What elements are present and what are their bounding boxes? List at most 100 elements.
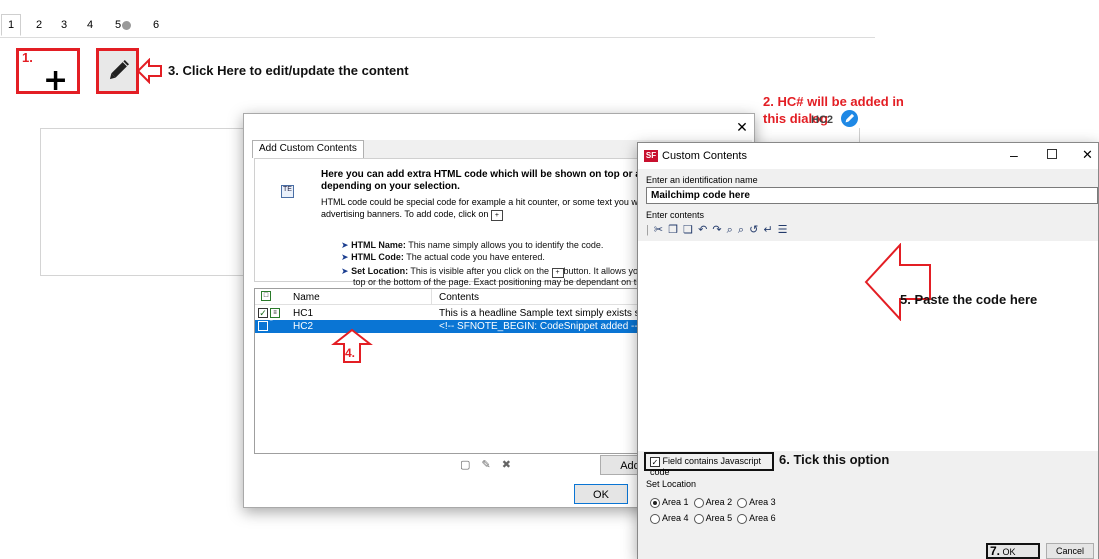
id-label: Enter an identification name	[646, 175, 758, 185]
close-icon[interactable]: ✕	[1082, 147, 1093, 163]
area-label: Area 2	[705, 497, 733, 507]
wrap-icon[interactable]: ↵	[763, 223, 773, 236]
ok-label: OK	[1002, 547, 1016, 557]
html-row-icon: ‾	[270, 321, 273, 328]
radio-button[interactable]	[650, 497, 660, 508]
page-tab-2[interactable]: 2	[29, 14, 49, 36]
replace-icon[interactable]: ↺	[749, 223, 759, 236]
info-heading-line2: depending on your selection.	[321, 181, 460, 192]
ok-button[interactable]: OK	[574, 484, 628, 504]
info-desc-line2: advertising banners. To add code, click …	[321, 209, 503, 221]
bullet-html-name: ➤ HTML Name: This name simply allows you…	[341, 240, 604, 250]
add-code-icon: +	[490, 210, 503, 221]
bullet-term: HTML Code:	[351, 252, 404, 262]
content-placeholder-box	[40, 128, 259, 276]
column-contents[interactable]: Contents	[439, 292, 479, 303]
area-3-radio[interactable]: Area 3	[737, 497, 776, 508]
id-input[interactable]: Mailchimp code here	[646, 187, 1098, 204]
editor-toolbar: | ✂ ❐ ❏ ↶ ↷ ⌕ ⌕ ↺ ↵ ☰	[646, 223, 1098, 241]
bullet-html-code: ➤ HTML Code: The actual code you have en…	[341, 252, 545, 262]
area-label: Area 5	[705, 513, 733, 523]
minimize-icon[interactable]: –	[1010, 147, 1018, 163]
step-6-callout: 6. Tick this option	[779, 452, 890, 467]
copy-icon[interactable]: ❐	[668, 223, 679, 236]
tab-add-custom-contents[interactable]: Add Custom Contents	[252, 140, 364, 158]
step-7-label: 7.	[990, 544, 1001, 558]
page-tab-6[interactable]: 6	[146, 14, 166, 36]
radio-button[interactable]	[693, 513, 704, 524]
radio-button[interactable]	[693, 497, 704, 508]
bullet-set-location-line2: top or the bottom of the page. Exact pos…	[353, 277, 664, 287]
edit-content-button[interactable]	[96, 48, 139, 94]
page-tab-bar: 1 2 3 4 5 6	[0, 14, 875, 38]
area-label: Area 3	[749, 497, 776, 507]
maximize-icon[interactable]	[1047, 149, 1057, 159]
paste-icon[interactable]: ❏	[683, 223, 694, 236]
area-1-radio[interactable]: Area 1	[650, 497, 689, 508]
left-arrow-icon	[136, 58, 162, 84]
radio-button[interactable]	[737, 513, 748, 524]
area-label: Area 4	[662, 513, 689, 523]
cut-icon[interactable]: ✂	[654, 223, 664, 236]
step-1-label: 1.	[22, 50, 33, 65]
area-4-radio[interactable]: Area 4	[650, 513, 689, 524]
redo-icon[interactable]: ↷	[712, 223, 722, 236]
row-checkbox[interactable]	[258, 321, 268, 331]
find-icon[interactable]: ⌕	[727, 224, 734, 237]
ok-button[interactable]: 7. OK	[986, 543, 1040, 559]
column-divider	[431, 289, 432, 305]
list-header-icon: □	[261, 291, 271, 301]
cancel-button[interactable]: Cancel	[1046, 543, 1094, 559]
area-2-radio[interactable]: Area 2	[693, 497, 733, 508]
toolbar-separator: |	[646, 224, 650, 236]
area-radio-row-1: Area 1 Area 2 Area 3	[650, 497, 776, 508]
js-checkbox-row[interactable]: ✓ Field contains Javascript code	[644, 452, 774, 477]
new-item-icon[interactable]: ▢	[460, 458, 470, 471]
html-row-icon: ≡	[270, 308, 280, 318]
page-tab-5[interactable]: 5	[108, 14, 138, 36]
page-tab-5-label: 5	[115, 19, 122, 31]
area-6-radio[interactable]: Area 6	[737, 513, 776, 524]
step-4-label: 4.	[345, 346, 356, 360]
add-content-button[interactable]: 1. +	[16, 48, 80, 96]
dialog-body: Enter an identification name Mailchimp c…	[638, 169, 1098, 559]
page-tab-4[interactable]: 4	[80, 14, 100, 36]
step-3-callout: 3. Click Here to edit/update the content	[168, 63, 409, 78]
contents-label: Enter contents	[646, 210, 705, 220]
info-desc-text: advertising banners. To add code, click …	[321, 209, 489, 219]
column-name[interactable]: Name	[293, 292, 320, 303]
row-contents: <!-- SFNOTE_BEGIN: CodeSnippet added -->	[439, 321, 644, 332]
radio-button[interactable]	[650, 513, 660, 524]
undo-icon[interactable]: ↶	[698, 223, 708, 236]
location-label: Set Location	[646, 479, 697, 489]
list-toolbar: ▢ ✎ ✖	[460, 458, 511, 471]
js-checkbox-label: Field contains Javascript code	[650, 456, 762, 477]
info-desc-line1: HTML code could be special code for exam…	[321, 197, 670, 207]
info-heading: Here you can add extra HTML code which w…	[321, 169, 681, 180]
app-badge-icon: SF	[644, 150, 658, 162]
edit-badge-icon[interactable]	[841, 110, 858, 127]
pencil-icon	[109, 59, 130, 80]
html-doc-icon: TE	[281, 185, 294, 198]
format-icon[interactable]: ☰	[778, 223, 789, 236]
overlap-text: HC2	[811, 114, 834, 126]
edit-item-icon[interactable]: ✎	[481, 458, 490, 471]
find-next-icon[interactable]: ⌕	[738, 224, 745, 237]
area-label: Area 1	[662, 497, 689, 507]
bullet-term: HTML Name:	[351, 240, 406, 250]
close-icon[interactable]: ✕	[732, 118, 752, 136]
page-tab-3[interactable]: 3	[54, 14, 74, 36]
delete-item-icon[interactable]: ✖	[502, 458, 511, 471]
area-5-radio[interactable]: Area 5	[693, 513, 733, 524]
row-checkbox[interactable]: ✓	[258, 308, 268, 318]
bullet-term: Set Location:	[351, 266, 409, 276]
js-checkbox[interactable]: ✓	[650, 456, 660, 467]
step-2-prefix: 2. HC#	[763, 94, 808, 109]
radio-button[interactable]	[737, 497, 748, 508]
step-2-text: will be added in	[807, 94, 904, 109]
bullet-text: The actual code you have entered.	[406, 252, 545, 262]
bullet-text: This is visible after you click on the	[410, 266, 549, 276]
page-tab-1[interactable]: 1	[1, 14, 22, 36]
custom-contents-dialog: SF Custom Contents – ✕ Enter an identifi…	[637, 142, 1099, 559]
area-label: Area 6	[749, 513, 776, 523]
